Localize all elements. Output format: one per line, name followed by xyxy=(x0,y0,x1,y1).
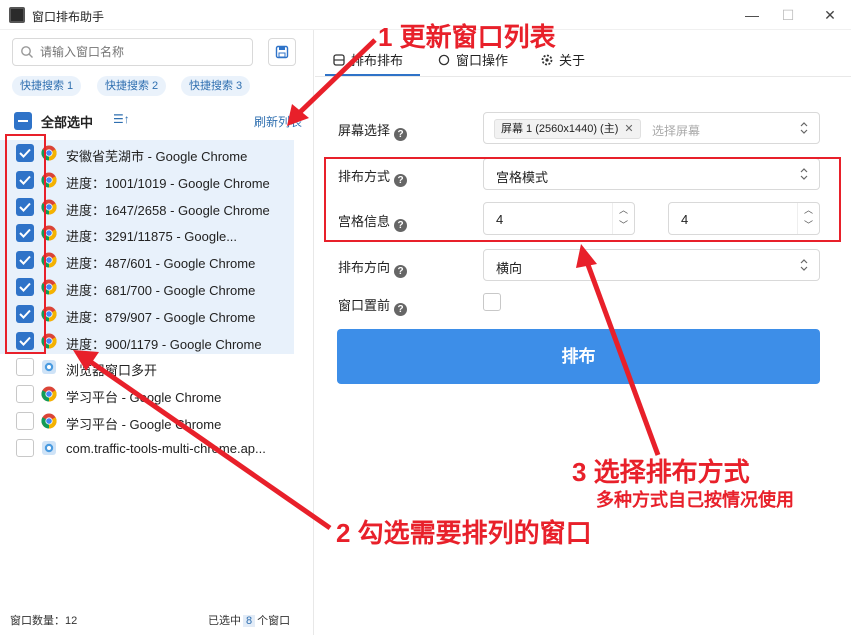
window-front-checkbox[interactable] xyxy=(483,293,501,311)
app-logo-icon xyxy=(9,7,25,23)
annotation-checkbox-box xyxy=(5,134,46,354)
tab-divider xyxy=(315,76,851,77)
screen-chip: 屏幕 1 (2560x1440) (主) ✕ xyxy=(494,119,641,139)
selected-prefix: 已选中 xyxy=(208,615,241,627)
window-title-label: 浏览器窗口多开 xyxy=(66,363,158,379)
quick-search-1[interactable]: 快捷搜索 1 xyxy=(12,76,82,96)
window-title-label: 进度：681/700 - Google Chrome xyxy=(66,282,256,298)
chrome-icon xyxy=(41,413,57,429)
window-title-label: 进度：1001/1019 - Google Chrome xyxy=(66,175,270,191)
direction-select[interactable]: 横向 xyxy=(483,249,820,281)
window-count-label: 窗口数量： xyxy=(10,615,65,627)
help-icon: ? xyxy=(394,303,408,316)
window-list-item[interactable]: 学习平台 - Google Chrome xyxy=(0,408,314,435)
selected-suffix: 个窗口 xyxy=(257,615,291,627)
active-tab-indicator xyxy=(325,74,420,76)
app-icon xyxy=(42,360,56,375)
window-list-item[interactable]: 浏览器窗口多开 xyxy=(0,354,314,381)
maximize-button[interactable]: ☐ xyxy=(778,5,798,25)
window-title-label: 进度：879/907 - Google Chrome xyxy=(66,309,256,325)
window-title-label: 学习平台 - Google Chrome xyxy=(66,416,222,432)
select-all-label: 全部选中 xyxy=(41,115,94,130)
window-title-label: 进度：487/601 - Google Chrome xyxy=(66,256,256,272)
select-all-checkbox[interactable] xyxy=(14,112,32,130)
annotation-1: 1 更新窗口列表 xyxy=(378,22,556,52)
window-count: 窗口数量：12 xyxy=(10,612,77,628)
window-title: 窗口排布助手 xyxy=(32,10,105,24)
refresh-list-link[interactable]: 刷新列表 xyxy=(254,113,302,130)
tab-about-label: 关于 xyxy=(559,53,586,68)
search-input[interactable] xyxy=(12,38,253,66)
select-all-row: 全部选中 ☰↑ 刷新列表 xyxy=(12,110,302,132)
direction-value: 横向 xyxy=(496,261,523,276)
window-checkbox[interactable] xyxy=(16,438,34,457)
window-title-label: 安徽省芜湖市 - Google Chrome xyxy=(66,149,248,164)
save-button[interactable] xyxy=(268,38,296,66)
selected-count: 已选中 8 个窗口 xyxy=(208,612,290,628)
screen-select[interactable]: 屏幕 1 (2560x1440) (主) ✕ 选择屏幕 xyxy=(483,112,820,144)
quick-search-2[interactable]: 快捷搜索 2 xyxy=(97,76,167,96)
annotation-2: 2 勾选需要排列的窗口 xyxy=(336,518,592,548)
chrome-icon xyxy=(41,386,57,402)
gear-icon xyxy=(541,54,553,66)
selected-count-badge: 8 xyxy=(243,615,256,627)
screen-label: 屏幕选择? xyxy=(338,120,408,141)
window-checkbox[interactable] xyxy=(16,385,34,404)
help-icon: ? xyxy=(394,265,408,278)
chevron-updown-icon xyxy=(800,259,808,271)
front-label: 窗口置前? xyxy=(338,295,408,316)
quick-search-3[interactable]: 快捷搜索 3 xyxy=(181,76,251,96)
window-list: 安徽省芜湖市 - Google Chrome 进度：1001/1019 - Goo… xyxy=(0,140,314,462)
window-checkbox[interactable] xyxy=(16,358,34,377)
arrange-button[interactable]: 排布 xyxy=(337,329,820,384)
app-icon xyxy=(42,440,56,455)
help-icon: ? xyxy=(394,128,408,141)
window-list-item[interactable]: com.traffic-tools-multi-chrome.ap... xyxy=(0,435,314,462)
window-title-label: com.traffic-tools-multi-chrome.ap... xyxy=(66,440,266,456)
chip-close-icon[interactable]: ✕ xyxy=(624,123,633,135)
close-button[interactable]: ✕ xyxy=(820,5,840,25)
grid-icon xyxy=(333,54,345,66)
annotation-3-title: 3 选择排布方式 xyxy=(572,457,750,487)
window-title-label: 学习平台 - Google Chrome xyxy=(66,390,222,406)
window-title-label: 进度：900/1179 - Google Chrome xyxy=(66,336,262,352)
tab-window-ops-label: 窗口操作 xyxy=(456,53,509,68)
chevron-updown-icon xyxy=(800,122,808,134)
window-list-item[interactable]: 学习平台 - Google Chrome xyxy=(0,381,314,408)
search-icon xyxy=(21,46,33,58)
window-title-label: 进度：1647/2658 - Google Chrome xyxy=(66,202,270,218)
window-checkbox[interactable] xyxy=(16,411,34,430)
window-title-label: 进度：3291/11875 - Google... xyxy=(66,229,238,245)
window-list-panel: 快捷搜索 1 快捷搜索 2 快捷搜索 3 全部选中 ☰↑ 刷新列表 安徽省芜湖市… xyxy=(0,30,314,635)
minimize-button[interactable]: — xyxy=(742,5,762,25)
annotation-3-subtitle: 多种方式自己按情况使用 xyxy=(596,490,794,510)
window-count-value: 12 xyxy=(65,615,78,627)
screen-chip-label: 屏幕 1 (2560x1440) (主) xyxy=(501,123,619,135)
save-icon xyxy=(275,45,289,59)
chat-icon xyxy=(438,54,450,66)
screen-placeholder: 选择屏幕 xyxy=(652,124,701,138)
direction-label: 排布方向? xyxy=(338,257,408,278)
tab-arrange-label: 排布排布 xyxy=(351,53,404,68)
annotation-mode-box xyxy=(324,157,841,242)
sort-icon[interactable]: ☰↑ xyxy=(113,112,130,126)
